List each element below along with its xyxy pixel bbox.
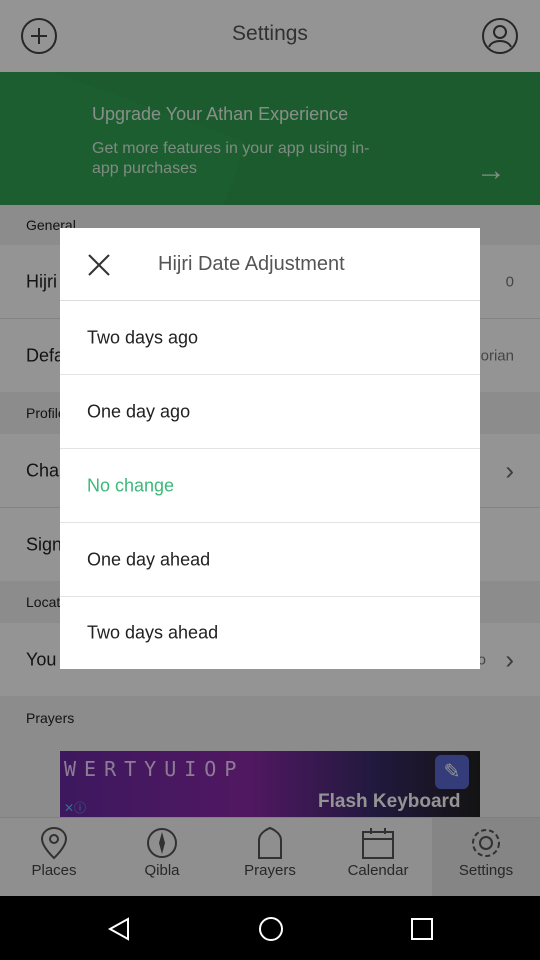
option-two-days-ago[interactable]: Two days ago (60, 301, 480, 375)
option-one-day-ahead[interactable]: One day ahead (60, 523, 480, 597)
option-label: One day ahead (87, 549, 211, 569)
dialog-header: Hijri Date Adjustment (60, 228, 480, 301)
option-two-days-ahead[interactable]: Two days ahead (60, 597, 480, 669)
option-label: Two days ahead (87, 622, 219, 643)
recents-square-icon (411, 918, 433, 940)
home-circle-icon (259, 917, 283, 941)
option-label: One day ago (87, 401, 191, 421)
close-button[interactable] (86, 252, 112, 278)
dialog-title: Hijri Date Adjustment (158, 253, 345, 275)
close-icon (88, 254, 110, 276)
recents-button[interactable] (410, 917, 434, 946)
back-button[interactable] (106, 916, 132, 947)
back-triangle-icon (107, 917, 129, 941)
option-one-day-ago[interactable]: One day ago (60, 375, 480, 449)
option-label: Two days ago (87, 327, 199, 347)
option-label: No change (87, 475, 175, 495)
home-button[interactable] (257, 915, 285, 948)
system-nav-bar (0, 896, 540, 960)
option-no-change[interactable]: No change (60, 449, 480, 523)
hijri-adjustment-dialog: Hijri Date Adjustment Two days ago One d… (60, 228, 480, 669)
